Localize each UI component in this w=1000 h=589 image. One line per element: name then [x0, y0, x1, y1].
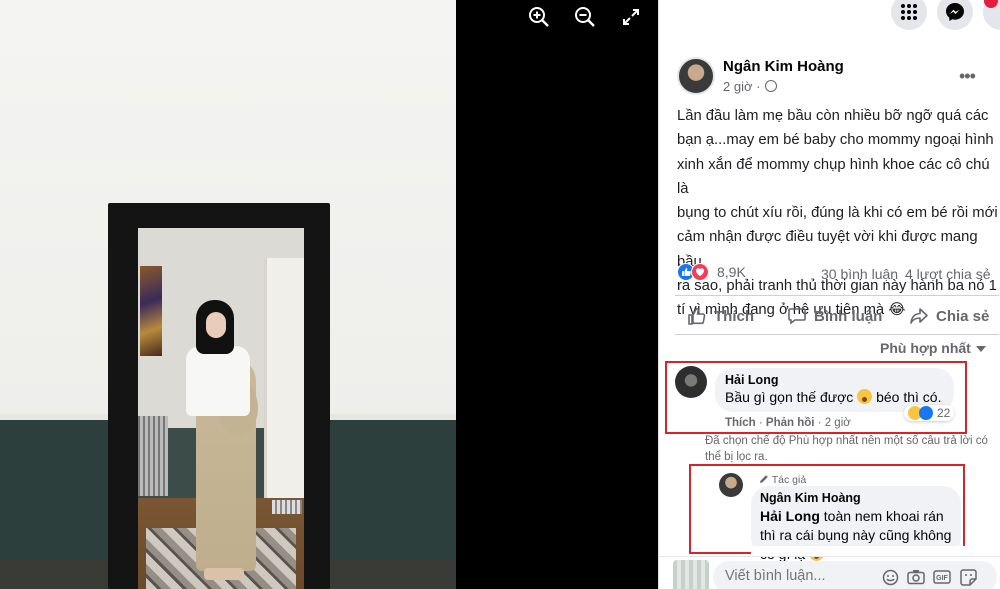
grid-icon [901, 4, 917, 20]
commenter-name[interactable]: Hải Long [725, 373, 778, 387]
comment-like-link[interactable]: Thích [725, 417, 756, 429]
comment-button[interactable]: Bình luận [787, 304, 882, 328]
messenger-button[interactable] [937, 0, 973, 30]
photo-viewer [0, 0, 658, 589]
commenter-avatar[interactable] [675, 366, 707, 398]
more-options-icon[interactable]: ••• [959, 66, 976, 87]
comment-reaction-summary[interactable]: 22 [904, 405, 955, 421]
post-timestamp[interactable]: 2 giờ · [723, 79, 760, 94]
share-icon [910, 308, 928, 324]
post-body: Lần đầu làm mẹ bầu còn nhiều bỡ ngỡ quá … [677, 108, 998, 319]
camera-icon[interactable] [907, 568, 925, 586]
menu-grid-button[interactable] [891, 0, 927, 30]
divider [659, 556, 1000, 557]
like-button[interactable]: Thích [687, 304, 754, 328]
globe-icon [765, 80, 777, 92]
comment-sort-dropdown[interactable]: Phù hợp nhất [880, 340, 986, 356]
zoom-out-icon[interactable] [572, 4, 598, 30]
share-button-label: Chia sẻ [936, 307, 990, 325]
comment-time[interactable]: 2 giờ [825, 417, 851, 429]
comment-actions: Thích · Phản hồi · 2 giờ [725, 417, 851, 429]
comment-input[interactable] [725, 568, 845, 584]
divider [675, 295, 999, 296]
photo-person-face [206, 312, 226, 338]
comment-button-label: Bình luận [814, 307, 883, 325]
fullscreen-icon[interactable] [618, 4, 644, 30]
comment-reply-link[interactable]: Phản hồi [766, 417, 815, 429]
post-author-avatar[interactable] [677, 57, 715, 95]
reaction-summary[interactable]: 8,9K [677, 263, 746, 281]
author-badge: Tác giả [759, 474, 806, 486]
photo-person-cardigan [186, 346, 250, 416]
pencil-icon [760, 475, 768, 483]
thumbs-up-icon [688, 307, 706, 325]
photo-person-feet [204, 568, 244, 580]
sort-label: Phù hợp nhất [880, 340, 971, 356]
post-author-name[interactable]: Ngân Kim Hoàng [723, 58, 844, 75]
love-reaction-icon [691, 263, 709, 281]
share-button[interactable]: Chia sẻ [909, 304, 989, 328]
current-user-avatar [673, 560, 709, 589]
like-button-label: Thích [714, 307, 754, 325]
post-panel: Ngân Kim Hoàng 2 giờ · ••• Lần đầu làm m… [658, 0, 1000, 589]
surprised-emoji-icon [857, 389, 873, 404]
filter-note: Đã chọn chế độ Phù hợp nhất nên một số c… [705, 435, 988, 463]
zoom-in-icon[interactable] [526, 4, 552, 30]
messenger-icon [946, 3, 964, 21]
reply-author-name[interactable]: Ngân Kim Hoàng [760, 491, 861, 505]
comment-icon [788, 308, 806, 325]
share-count[interactable]: 4 lượt chia sẻ [905, 266, 990, 282]
svg-text:GIF: GIF [936, 575, 948, 582]
comment-count[interactable]: 30 bình luận [821, 266, 898, 282]
scroll-clip [751, 546, 971, 556]
sticker-icon[interactable] [959, 568, 977, 586]
reaction-count: 8,9K [717, 264, 746, 280]
emoji-icon[interactable] [881, 568, 899, 586]
gif-icon[interactable]: GIF [933, 568, 951, 586]
chevron-down-icon [975, 346, 986, 353]
comment-text: Bầu gì gọn thế được béo thì có. [725, 389, 942, 405]
reply-author-avatar[interactable] [719, 473, 743, 497]
divider [675, 334, 999, 335]
mention-tag[interactable]: Hải Long [760, 508, 820, 524]
comment-reaction-count: 22 [937, 406, 951, 420]
like-reaction-icon [919, 406, 933, 420]
